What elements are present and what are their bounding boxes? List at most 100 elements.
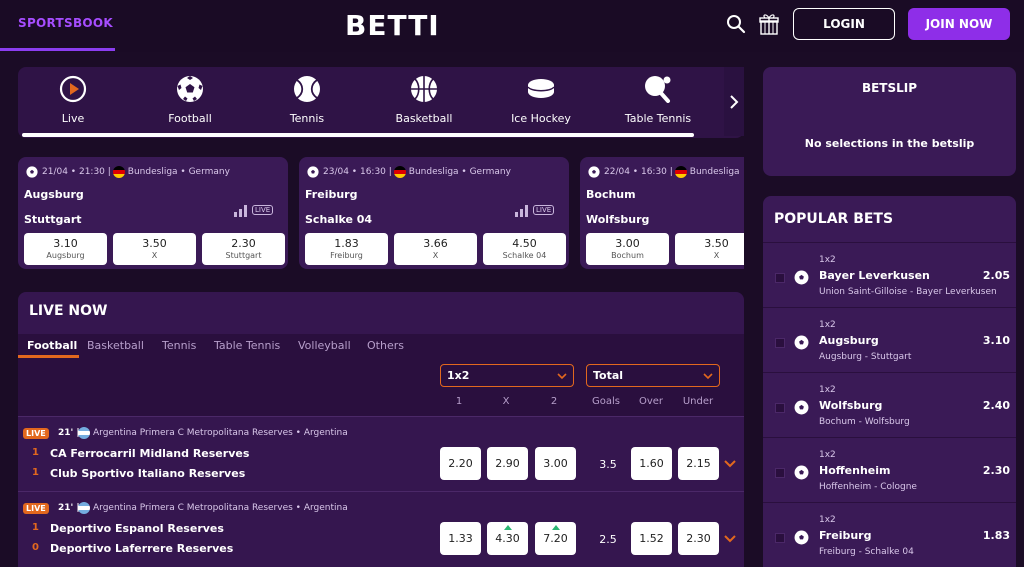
football-icon xyxy=(588,166,600,178)
germany-flag-icon xyxy=(674,166,687,178)
col-header-x: X xyxy=(502,396,510,407)
score-home: 1 xyxy=(32,522,39,533)
betslip-panel: BETSLIP No selections in the betslip xyxy=(763,67,1016,176)
odd-button[interactable]: 4.50 Schalke 04 xyxy=(483,233,566,265)
market-select-total[interactable]: Total xyxy=(586,364,720,387)
market-select-value: 1x2 xyxy=(447,369,470,382)
bet-match: Freiburg - Schalke 04 xyxy=(819,547,914,557)
odd-button-x[interactable]: 4.30 xyxy=(487,522,528,555)
event-league: Bundesliga • Germany xyxy=(127,167,230,177)
betslip-title: BETSLIP xyxy=(861,81,918,95)
odd-label: Schalke 04 xyxy=(502,251,547,260)
login-button[interactable]: LOGIN xyxy=(793,8,895,40)
odd-button-2[interactable]: 3.00 xyxy=(535,447,576,480)
bet-match: Union Saint-Gilloise - Bayer Leverkusen xyxy=(819,287,997,297)
bet-checkbox[interactable] xyxy=(775,403,785,413)
match-row[interactable]: LIVE 21' | Argentina Primera C Metropoli… xyxy=(18,416,744,490)
score-away: 0 xyxy=(32,542,39,553)
odd-button[interactable]: 3.66 X xyxy=(394,233,477,265)
popular-bet-item[interactable]: 1x2 Hoffenheim Hoffenheim - Cologne 2.30 xyxy=(763,437,1016,501)
bet-checkbox[interactable] xyxy=(775,468,785,478)
event-meta: 21/04 • 21:30 | Bundesliga • Germany xyxy=(26,166,230,178)
odd-button-x[interactable]: 2.90 xyxy=(487,447,528,480)
tab-others[interactable]: Others xyxy=(367,339,404,352)
stats-icon[interactable] xyxy=(234,205,248,217)
popular-bet-item[interactable]: 1x2 Wolfsburg Bochum - Wolfsburg 2.40 xyxy=(763,372,1016,436)
bet-selection: Bayer Leverkusen xyxy=(819,269,930,282)
football-icon xyxy=(794,400,809,415)
sport-football[interactable]: Football xyxy=(135,67,245,135)
odd-button[interactable]: 3.00 Bochum xyxy=(586,233,669,265)
bet-checkbox[interactable] xyxy=(775,273,785,283)
odds-up-icon xyxy=(504,525,512,530)
odd-button-1[interactable]: 2.20 xyxy=(440,447,481,480)
sports-nav-scrollbar[interactable] xyxy=(22,133,694,137)
odd-button-over[interactable]: 1.60 xyxy=(631,447,672,480)
match-row[interactable]: LIVE 21' | Argentina Primera C Metropoli… xyxy=(18,491,744,565)
tab-table-tennis[interactable]: Table Tennis xyxy=(214,339,280,352)
event-datetime: 22/04 • 16:30 | xyxy=(604,167,673,177)
live-badge: LIVE xyxy=(23,503,49,514)
team-away: Club Sportivo Italiano Reserves xyxy=(50,467,246,480)
tab-volleyball[interactable]: Volleyball xyxy=(298,339,351,352)
sports-nav-next[interactable] xyxy=(724,67,744,136)
join-now-button[interactable]: JOIN NOW xyxy=(908,8,1010,40)
odd-button[interactable]: 3.50 X xyxy=(675,233,744,265)
tab-underline xyxy=(0,48,115,51)
odd-label: Augsburg xyxy=(46,251,85,260)
chevron-down-icon[interactable] xyxy=(724,459,736,469)
stats-icon[interactable] xyxy=(515,205,529,217)
odd-button[interactable]: 1.83 Freiburg xyxy=(305,233,388,265)
gift-icon[interactable] xyxy=(759,13,779,35)
score-away: 1 xyxy=(32,467,39,478)
market-select-1x2[interactable]: 1x2 xyxy=(440,364,574,387)
odd-button-under[interactable]: 2.15 xyxy=(678,447,719,480)
sport-label: Tennis xyxy=(289,112,325,125)
col-header-2: 2 xyxy=(550,396,558,407)
tab-tennis[interactable]: Tennis xyxy=(162,339,196,352)
event-team-home: Bochum xyxy=(586,188,636,201)
odd-value: 4.30 xyxy=(495,532,520,545)
sport-table-tennis[interactable]: Table Tennis xyxy=(603,67,713,135)
event-card[interactable]: 21/04 • 21:30 | Bundesliga • Germany Aug… xyxy=(18,157,288,269)
odd-value: 2.30 xyxy=(231,237,256,250)
popular-bet-item[interactable]: 1x2 Freiburg Freiburg - Schalke 04 1.83 xyxy=(763,502,1016,566)
bet-match: Hoffenheim - Cologne xyxy=(819,482,917,492)
tab-football[interactable]: Football xyxy=(27,339,77,352)
event-card[interactable]: 23/04 • 16:30 | Bundesliga • Germany Fre… xyxy=(299,157,569,269)
sport-live[interactable]: Live xyxy=(18,67,128,135)
sport-ice-hockey[interactable]: Ice Hockey xyxy=(486,67,596,135)
popular-bets-panel: POPULAR BETS 1x2 Bayer Leverkusen Union … xyxy=(763,196,1016,567)
argentina-flag-icon xyxy=(78,427,90,439)
odd-button[interactable]: 3.10 Augsburg xyxy=(24,233,107,265)
odd-value: 3.66 xyxy=(423,237,448,250)
football-icon xyxy=(177,76,203,102)
col-header-goals: Goals xyxy=(592,396,620,407)
popular-bet-item[interactable]: 1x2 Augsburg Augsburg - Stuttgart 3.10 xyxy=(763,307,1016,371)
odd-button-over[interactable]: 1.52 xyxy=(631,522,672,555)
bet-market: 1x2 xyxy=(819,255,836,265)
odds-up-icon xyxy=(552,525,560,530)
odd-label: Stuttgart xyxy=(225,251,262,260)
popular-bet-item[interactable]: 1x2 Bayer Leverkusen Union Saint-Gillois… xyxy=(763,242,1016,306)
bet-odd: 3.10 xyxy=(982,334,1010,347)
bet-checkbox[interactable] xyxy=(775,338,785,348)
tab-sportsbook[interactable]: SPORTSBOOK xyxy=(18,16,113,30)
sport-basketball[interactable]: Basketball xyxy=(369,67,479,135)
chevron-right-icon xyxy=(730,94,739,109)
odd-button-under[interactable]: 2.30 xyxy=(678,522,719,555)
event-card[interactable]: 22/04 • 16:30 | Bundesliga Bochum Wolfsb… xyxy=(580,157,744,269)
chevron-down-icon[interactable] xyxy=(724,534,736,544)
team-home: Deportivo Espanol Reserves xyxy=(50,522,224,535)
bet-checkbox[interactable] xyxy=(775,533,785,543)
odd-button[interactable]: 3.50 X xyxy=(113,233,196,265)
sport-tennis[interactable]: Tennis xyxy=(252,67,362,135)
tab-basketball[interactable]: Basketball xyxy=(87,339,144,352)
search-icon[interactable] xyxy=(726,14,746,34)
odd-button[interactable]: 2.30 Stuttgart xyxy=(202,233,285,265)
sports-nav: Live Football Tennis Basketball Ice Hock… xyxy=(18,67,744,138)
odd-button-1[interactable]: 1.33 xyxy=(440,522,481,555)
odd-button-2[interactable]: 7.20 xyxy=(535,522,576,555)
chevron-down-icon xyxy=(557,373,567,380)
logo[interactable]: BETTI xyxy=(345,9,440,42)
